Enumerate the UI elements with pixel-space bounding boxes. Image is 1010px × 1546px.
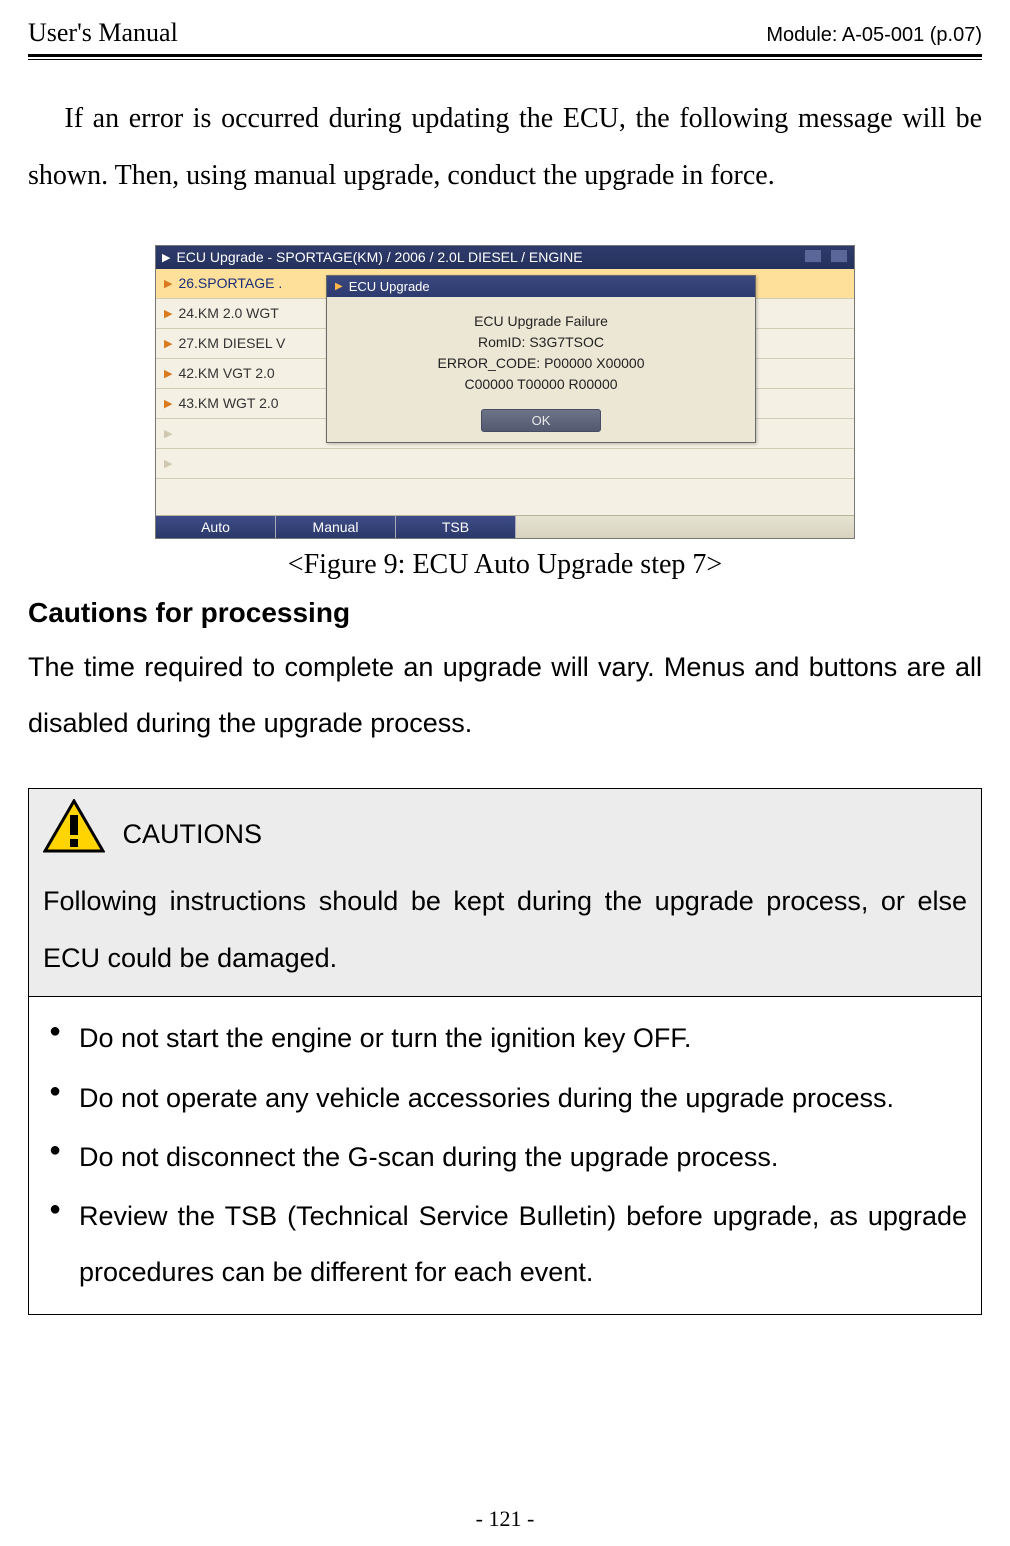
cautions-intro: Following instructions should be kept du… xyxy=(43,873,967,986)
header-right: Module: A-05-001 (p.07) xyxy=(766,24,982,47)
dialog-titlebar: ▶ ECU Upgrade xyxy=(327,276,755,297)
caution-table: CAUTIONS Following instructions should b… xyxy=(28,788,982,1315)
header-rule-thin xyxy=(28,59,982,60)
dialog-line: C00000 T00000 R00000 xyxy=(337,374,745,395)
dialog-title-text: ECU Upgrade xyxy=(349,279,430,294)
dialog-line: ERROR_CODE: P00000 X00000 xyxy=(337,353,745,374)
triangle-icon: ▶ xyxy=(164,457,172,470)
titlebar-icons xyxy=(800,249,848,266)
warning-icon xyxy=(43,799,105,873)
tab-auto[interactable]: Auto xyxy=(156,516,276,538)
header-rule-thick xyxy=(28,54,982,57)
triangle-icon: ▶ xyxy=(335,281,343,292)
tab-filler xyxy=(516,516,854,538)
header-left: User's Manual xyxy=(28,18,178,48)
tab-manual[interactable]: Manual xyxy=(276,516,396,538)
list-item-empty: ▶. xyxy=(156,449,854,479)
cautions-paragraph: The time required to complete an upgrade… xyxy=(28,639,982,752)
screenshot-title-text: ECU Upgrade - SPORTAGE(KM) / 2006 / 2.0L… xyxy=(176,249,582,265)
bottom-tabs: Auto Manual TSB xyxy=(156,515,854,538)
triangle-icon: ▶ xyxy=(164,277,172,290)
list-item-label: 43.KM WGT 2.0 xyxy=(178,395,278,411)
caution-list-cell: Do not start the engine or turn the igni… xyxy=(29,997,982,1315)
dialog-line: RomID: S3G7TSOC xyxy=(337,332,745,353)
caution-item: Do not operate any vehicle accessories d… xyxy=(43,1071,967,1126)
figure-caption: <Figure 9: ECU Auto Upgrade step 7> xyxy=(28,549,982,581)
page-header: User's Manual Module: A-05-001 (p.07) xyxy=(28,18,982,48)
screenshot-titlebar: ▶ ECU Upgrade - SPORTAGE(KM) / 2006 / 2.… xyxy=(156,246,854,269)
triangle-icon: ▶ xyxy=(164,397,172,410)
triangle-icon: ▶ xyxy=(164,367,172,380)
intro-paragraph: If an error is occurred during updating … xyxy=(28,90,982,205)
titlebar-icon-1[interactable] xyxy=(804,249,822,263)
dialog-line: ECU Upgrade Failure xyxy=(337,311,745,332)
caution-item: Do not start the engine or turn the igni… xyxy=(43,1011,967,1066)
list-item-label: 42.KM VGT 2.0 xyxy=(178,365,274,381)
cautions-label: CAUTIONS xyxy=(123,819,263,849)
cautions-heading: Cautions for processing xyxy=(28,597,982,629)
list-item-label: 27.KM DIESEL V xyxy=(178,335,285,351)
caution-top-cell: CAUTIONS Following instructions should b… xyxy=(29,789,982,997)
page-footer: - 121 - xyxy=(0,1506,1010,1532)
triangle-icon: ▶ xyxy=(164,427,172,440)
embedded-screenshot: ▶ ECU Upgrade - SPORTAGE(KM) / 2006 / 2.… xyxy=(155,245,855,539)
caution-item: Review the TSB (Technical Service Bullet… xyxy=(43,1189,967,1300)
error-dialog: ▶ ECU Upgrade ECU Upgrade Failure RomID:… xyxy=(326,275,756,443)
tab-tsb[interactable]: TSB xyxy=(396,516,516,538)
triangle-icon: ▶ xyxy=(164,337,172,350)
triangle-icon: ▶ xyxy=(164,307,172,320)
dialog-body: ECU Upgrade Failure RomID: S3G7TSOC ERRO… xyxy=(327,297,755,405)
ok-button[interactable]: OK xyxy=(481,409,601,432)
list-item-label: 24.KM 2.0 WGT xyxy=(178,305,278,321)
list-item-label: 26.SPORTAGE . xyxy=(178,275,282,291)
titlebar-icon-2[interactable] xyxy=(830,249,848,263)
triangle-icon: ▶ xyxy=(162,251,170,264)
caution-item: Do not disconnect the G-scan during the … xyxy=(43,1130,967,1185)
